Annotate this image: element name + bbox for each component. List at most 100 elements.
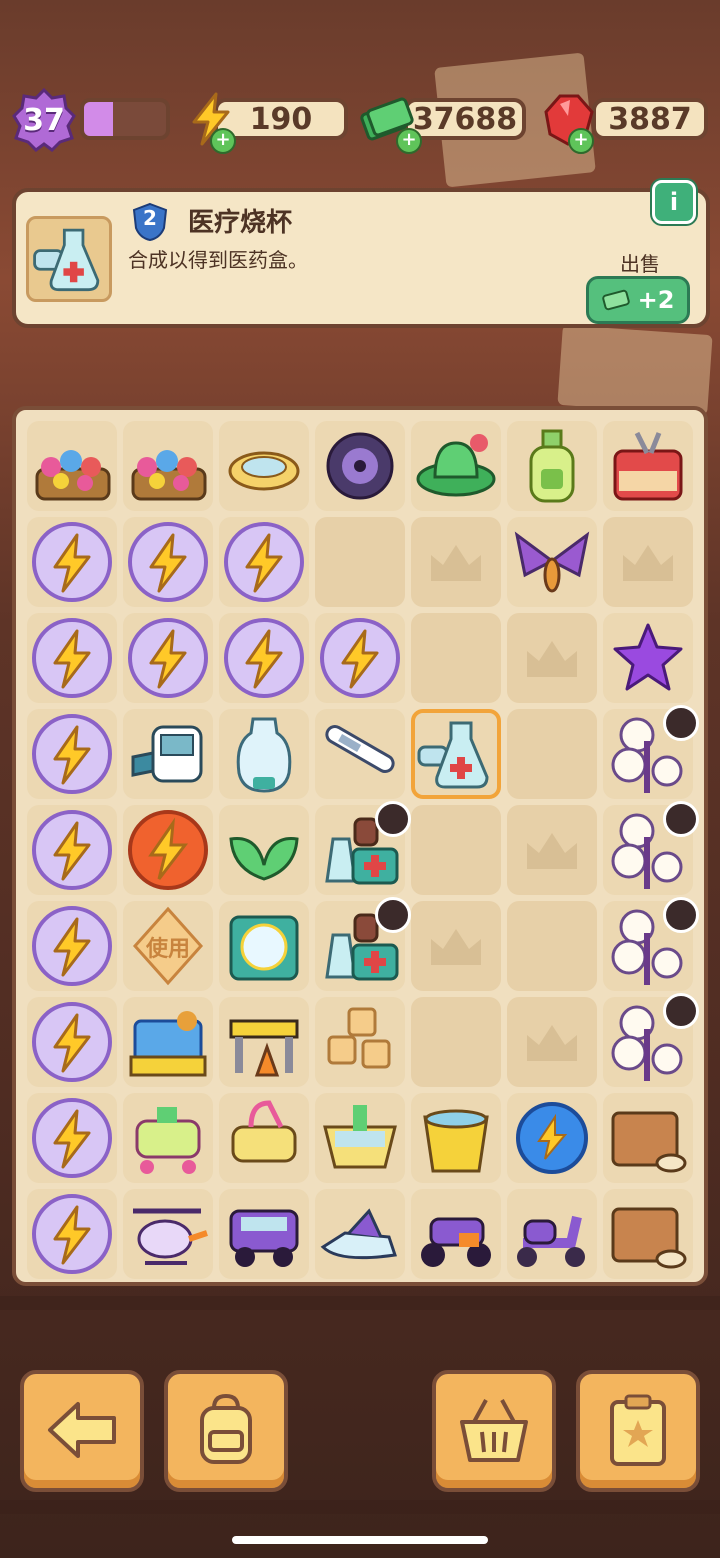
board-cell-energy-orb[interactable] xyxy=(27,805,117,895)
board-cell-lotion-bottle[interactable] xyxy=(507,421,597,511)
selected-item-thumbnail xyxy=(26,216,112,302)
barrier-icon xyxy=(229,1019,299,1077)
board-cell-cotton-flower[interactable] xyxy=(603,801,699,895)
board-cell-cotton-flower[interactable] xyxy=(603,993,699,1087)
board-cell-crate[interactable] xyxy=(603,1093,693,1183)
board-cell-locked[interactable] xyxy=(507,805,597,895)
board-cell-energy-orb[interactable] xyxy=(123,613,213,703)
back-button[interactable] xyxy=(20,1370,144,1492)
board-cell-leaf[interactable] xyxy=(219,805,309,895)
board-cell-flower-basket[interactable] xyxy=(123,421,213,511)
board-grid: 使用 xyxy=(24,418,699,1279)
energy-orb-icon xyxy=(32,906,112,986)
board-cell-locked[interactable] xyxy=(507,613,597,703)
board-cell-energy-orb[interactable] xyxy=(27,709,117,799)
wheel-icon xyxy=(326,432,394,500)
cooldown-timer-icon xyxy=(663,897,699,933)
board-cell-energy-orb[interactable] xyxy=(219,613,309,703)
board-cell-medical-beaker[interactable] xyxy=(411,709,501,799)
board-cell-helicopter[interactable] xyxy=(123,1189,213,1279)
jeep-icon xyxy=(229,1209,299,1267)
board-cell-green-hat[interactable] xyxy=(411,421,501,511)
locked-cloud-icon xyxy=(527,1025,577,1061)
board-cell-water-bottle[interactable] xyxy=(219,709,309,799)
board-cell-energy-orb[interactable] xyxy=(27,901,117,991)
task-clipboard-icon xyxy=(610,1394,666,1466)
board-cell-jeep[interactable] xyxy=(219,1189,309,1279)
crate-icon xyxy=(611,1207,687,1269)
energy-orb-icon xyxy=(128,522,208,602)
sell-button[interactable]: +2 xyxy=(586,276,690,324)
board-cell-empty[interactable] xyxy=(507,709,597,799)
board-cell-energy-orb[interactable] xyxy=(27,517,117,607)
board-cell-locked[interactable] xyxy=(411,517,501,607)
board-cell-energy-orb[interactable] xyxy=(27,997,117,1087)
board-cell-wheel[interactable] xyxy=(315,421,405,511)
board-cell-energy-orb[interactable] xyxy=(27,1093,117,1183)
board-cell-empty[interactable] xyxy=(507,901,597,991)
board-cell-energy-orb[interactable] xyxy=(27,613,117,703)
add-cash-button[interactable]: + xyxy=(396,128,422,154)
level-progress-bar xyxy=(80,98,170,140)
board-cell-energy-orb[interactable] xyxy=(27,1189,117,1279)
board-cell-toolbox[interactable] xyxy=(603,421,693,511)
locked-cloud-icon xyxy=(623,545,673,581)
green-hat-icon xyxy=(416,434,496,497)
board-cell-jetski[interactable] xyxy=(315,1189,405,1279)
board-cell-locked[interactable] xyxy=(411,901,501,991)
board-cell-scooter[interactable] xyxy=(507,1189,597,1279)
gem-value: 3887 xyxy=(608,101,692,137)
board-cell-crate[interactable] xyxy=(603,1189,693,1279)
board-cell-medicine-kit[interactable] xyxy=(315,897,411,991)
board-cell-barrier[interactable] xyxy=(219,997,309,1087)
board-cell-bucket[interactable] xyxy=(411,1093,501,1183)
board-cell-use-token[interactable]: 使用 xyxy=(123,901,213,991)
board-cell-cotton-flower[interactable] xyxy=(603,705,699,799)
board-cell-energy-orb[interactable] xyxy=(123,517,213,607)
board-cell-thermometer[interactable] xyxy=(315,709,405,799)
board-cell-blood-pressure-monitor[interactable] xyxy=(123,709,213,799)
shop-basket-button[interactable] xyxy=(432,1370,556,1492)
board-cell-energy-orb-blue[interactable] xyxy=(507,1093,597,1183)
board-cell-empty[interactable] xyxy=(411,805,501,895)
backpack-button[interactable] xyxy=(164,1370,288,1492)
board-cell-bath-basket[interactable] xyxy=(315,1093,405,1183)
board-cell-star[interactable] xyxy=(603,613,693,703)
board-cell-first-aid-case[interactable] xyxy=(219,901,309,991)
board-cell-medicine-kit[interactable] xyxy=(315,801,411,895)
gem-counter[interactable]: 3887 xyxy=(592,98,708,140)
board-cell-ring-dish[interactable] xyxy=(219,421,309,511)
atv-icon xyxy=(421,1217,491,1267)
board-cell-energy-orb-red[interactable] xyxy=(123,805,213,895)
board-cell-locked[interactable] xyxy=(507,997,597,1087)
board-cell-atv[interactable] xyxy=(411,1189,501,1279)
board-cell-gift-box[interactable] xyxy=(123,997,213,1087)
board-cell-stroller-yellow[interactable] xyxy=(219,1093,309,1183)
board-cell-locked[interactable] xyxy=(603,517,693,607)
board-cell-sugar-cubes[interactable] xyxy=(315,997,405,1087)
cash-value: 37688 xyxy=(412,101,518,137)
board-cell-energy-orb[interactable] xyxy=(315,613,405,703)
add-energy-button[interactable]: + xyxy=(210,128,236,154)
background-shelf xyxy=(0,1500,720,1514)
board-cell-cotton-flower[interactable] xyxy=(603,897,699,991)
board-cell-empty[interactable] xyxy=(411,613,501,703)
cash-icon xyxy=(601,289,630,311)
cash-counter[interactable]: 37688 xyxy=(404,98,526,140)
home-indicator[interactable] xyxy=(232,1536,488,1544)
board-cell-energy-orb[interactable] xyxy=(219,517,309,607)
leaf-icon xyxy=(229,837,299,881)
tasks-button[interactable] xyxy=(576,1370,700,1492)
basket-icon xyxy=(460,1399,528,1462)
board-cell-flower-basket[interactable] xyxy=(27,421,117,511)
add-gems-button[interactable]: + xyxy=(568,128,594,154)
board-cell-empty[interactable] xyxy=(315,517,405,607)
board-cell-stroller[interactable] xyxy=(123,1093,213,1183)
gift-box-icon xyxy=(129,1011,207,1077)
lotion-bottle-icon xyxy=(529,429,575,503)
board-cell-moth[interactable] xyxy=(507,517,597,607)
flower-basket-icon xyxy=(35,450,111,501)
energy-orb-red-icon xyxy=(128,810,208,890)
board-cell-empty[interactable] xyxy=(411,997,501,1087)
info-button[interactable]: i xyxy=(652,180,696,224)
